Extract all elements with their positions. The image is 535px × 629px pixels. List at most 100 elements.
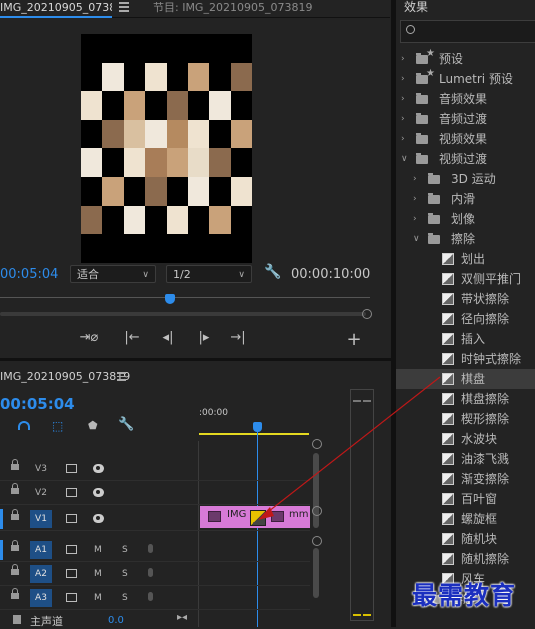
track-header-v1[interactable]: V1 xyxy=(0,507,198,531)
wrench-icon[interactable]: 🔧 xyxy=(118,417,134,432)
effect-item[interactable]: 插入 xyxy=(396,329,535,349)
hamburger-icon[interactable] xyxy=(117,372,126,381)
chevron-right-icon[interactable]: › xyxy=(401,69,405,89)
chevron-down-icon[interactable]: ∨ xyxy=(413,229,420,249)
chevron-right-icon[interactable]: › xyxy=(401,109,405,129)
step-forward-icon[interactable]: |▸ xyxy=(193,330,215,345)
source-patch-indicator[interactable] xyxy=(0,509,3,529)
microphone-icon[interactable] xyxy=(148,568,153,577)
vertical-scrollbar[interactable] xyxy=(313,548,319,598)
effect-folder[interactable]: › ★ Lumetri 预设 xyxy=(396,68,535,89)
scroll-handle[interactable] xyxy=(362,309,372,319)
solo-button[interactable]: S xyxy=(122,541,128,559)
effect-item[interactable]: 带状擦除 xyxy=(396,289,535,309)
track-header-divider xyxy=(198,441,199,627)
linked-selection-icon[interactable]: ⬚ xyxy=(52,419,63,433)
insert-marker-icon[interactable]: ⇥⌀ xyxy=(78,330,100,345)
step-back-icon[interactable]: ◂| xyxy=(157,330,179,345)
source-patch-indicator[interactable] xyxy=(0,540,3,560)
lock-icon[interactable] xyxy=(11,459,19,471)
track-header-a3[interactable]: A3 M S xyxy=(0,586,198,610)
eye-icon[interactable] xyxy=(93,464,104,473)
sync-lock-icon[interactable] xyxy=(66,488,77,497)
timeline-timecode[interactable]: 00:05:04 xyxy=(0,395,75,413)
chevron-right-icon[interactable]: › xyxy=(413,189,417,209)
effect-item[interactable]: 双侧平推门 xyxy=(396,269,535,289)
resolution-select[interactable]: 1/2 ∨ xyxy=(166,265,252,283)
chevron-right-icon[interactable]: › xyxy=(401,89,405,109)
lock-icon[interactable] xyxy=(11,509,19,521)
effect-item[interactable]: 随机擦除 xyxy=(396,549,535,569)
effects-title[interactable]: 效果 xyxy=(404,0,428,14)
effect-item[interactable]: 时钟式擦除 xyxy=(396,349,535,369)
track-header-v3[interactable]: V3 xyxy=(0,457,198,481)
eye-icon[interactable] xyxy=(93,514,104,523)
lock-icon[interactable] xyxy=(11,564,19,576)
track-target[interactable]: V2 xyxy=(30,484,52,502)
solo-button[interactable]: S xyxy=(122,565,128,583)
effect-item[interactable]: 划出 xyxy=(396,249,535,269)
scroll-handle[interactable] xyxy=(312,536,322,546)
sync-lock-icon[interactable] xyxy=(66,593,77,602)
effect-folder[interactable]: ∨ 擦除 xyxy=(396,229,535,249)
effect-item[interactable]: 径向擦除 xyxy=(396,309,535,329)
chevron-right-icon[interactable]: › xyxy=(401,49,405,69)
track-target[interactable]: A3 xyxy=(30,589,52,607)
effect-folder[interactable]: › 视频效果 xyxy=(396,129,535,149)
effect-folder[interactable]: ∨ 视频过渡 xyxy=(396,149,535,169)
sync-lock-icon[interactable] xyxy=(66,464,77,473)
lock-icon[interactable] xyxy=(11,483,19,495)
preview-tile xyxy=(209,91,231,120)
sync-lock-icon[interactable] xyxy=(66,514,77,523)
effect-item[interactable]: 随机块 xyxy=(396,529,535,549)
sync-lock-icon[interactable] xyxy=(66,569,77,578)
effect-folder[interactable]: › ★ 预设 xyxy=(396,48,535,69)
solo-button[interactable]: S xyxy=(122,589,128,607)
track-header-a1[interactable]: A1 M S xyxy=(0,538,198,562)
go-to-out-icon[interactable]: →| xyxy=(227,330,249,345)
mute-button[interactable]: M xyxy=(94,565,102,583)
playhead-marker[interactable] xyxy=(165,294,175,304)
track-header-a2[interactable]: A2 M S xyxy=(0,562,198,586)
chevron-right-icon[interactable]: › xyxy=(401,129,405,149)
fit-select[interactable]: 适合 ∨ xyxy=(70,265,156,283)
effect-folder[interactable]: › 音频效果 xyxy=(396,89,535,109)
snap-icon[interactable] xyxy=(18,421,30,430)
time-ruler[interactable] xyxy=(0,297,370,301)
lock-icon[interactable] xyxy=(11,540,19,552)
add-button[interactable]: + xyxy=(343,329,365,350)
track-target[interactable]: A1 xyxy=(30,541,52,559)
mute-button[interactable]: M xyxy=(94,589,102,607)
track-target[interactable]: A2 xyxy=(30,565,52,583)
tab-source-monitor[interactable]: IMG_20210905_073819 xyxy=(0,0,112,18)
effect-folder[interactable]: › 划像 xyxy=(396,209,535,229)
microphone-icon[interactable] xyxy=(148,544,153,553)
effect-folder[interactable]: › 音频过渡 xyxy=(396,109,535,129)
chevron-down-icon[interactable]: ∨ xyxy=(401,149,408,169)
sync-lock-icon[interactable] xyxy=(66,545,77,554)
hamburger-icon[interactable] xyxy=(119,2,129,12)
wrench-icon[interactable]: 🔧 xyxy=(264,264,281,280)
effect-folder[interactable]: › 3D 运动 xyxy=(396,169,535,189)
mute-button[interactable]: M xyxy=(94,541,102,559)
effect-folder[interactable]: › 内滑 xyxy=(396,189,535,209)
current-timecode[interactable]: 00:05:04 xyxy=(0,267,58,283)
go-to-end-icon[interactable]: ▸◂ xyxy=(177,612,187,623)
chevron-right-icon[interactable]: › xyxy=(413,169,417,189)
track-target[interactable]: V1 xyxy=(30,510,52,528)
zoom-scroll-bar[interactable] xyxy=(0,312,366,316)
search-input[interactable] xyxy=(400,20,535,43)
tab-program-monitor[interactable]: 节目: IMG_20210905_073819 xyxy=(153,0,312,16)
chevron-right-icon[interactable]: › xyxy=(413,209,417,229)
go-to-in-icon[interactable]: |← xyxy=(121,330,143,345)
effect-label: 棋盘 xyxy=(461,372,486,386)
track-header-v2[interactable]: V2 xyxy=(0,481,198,505)
microphone-icon[interactable] xyxy=(148,592,153,601)
tab-timeline[interactable]: IMG_20210905_073819 xyxy=(0,370,130,383)
lock-icon[interactable] xyxy=(13,615,21,624)
eye-icon[interactable] xyxy=(93,488,104,497)
master-volume-value[interactable]: 0.0 xyxy=(108,615,124,626)
lock-icon[interactable] xyxy=(11,588,19,600)
track-target[interactable]: V3 xyxy=(30,460,52,478)
marker-icon[interactable]: ⬟ xyxy=(88,419,98,432)
